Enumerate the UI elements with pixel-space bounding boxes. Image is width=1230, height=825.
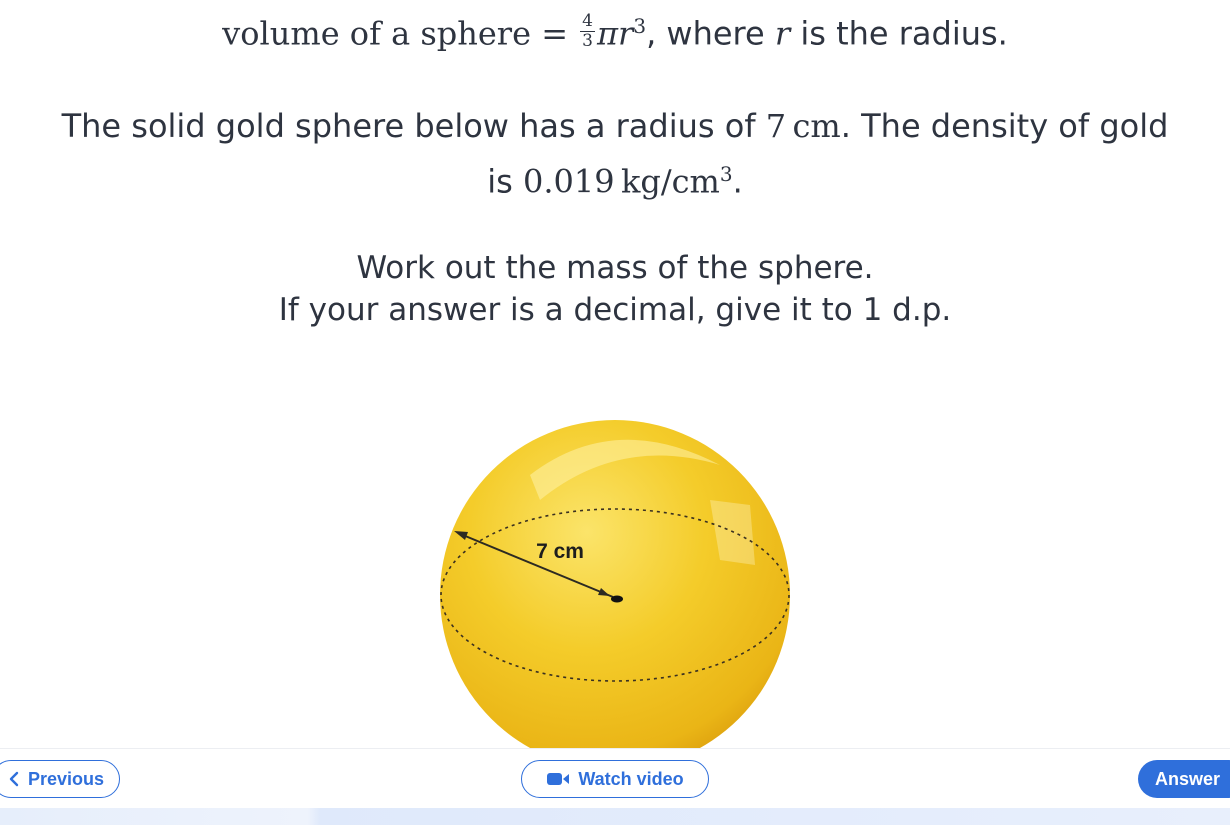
task-line-1: Work out the mass of the sphere. xyxy=(356,250,874,286)
watch-video-label: Watch video xyxy=(578,768,684,789)
formula-fraction: 4 3 xyxy=(580,13,595,50)
formula-lhs: volume of a sphere xyxy=(222,14,532,53)
video-camera-icon xyxy=(547,773,570,785)
sphere-figure: 7 cm xyxy=(440,420,790,748)
task-line-2: If your answer is a decimal, give it to … xyxy=(278,292,952,328)
chevron-left-icon xyxy=(9,771,19,787)
given-text: The solid gold sphere below has a radius… xyxy=(0,102,1230,206)
given-line2-prefix: is xyxy=(487,162,523,201)
gold-sphere xyxy=(440,420,790,748)
formula-exponent: 3 xyxy=(633,14,647,38)
density-exponent: 3 xyxy=(719,162,733,186)
answer-button[interactable]: Answer xyxy=(1138,760,1230,798)
given-line-2: is 0.019 kg/cm3. xyxy=(0,150,1230,206)
previous-label: Previous xyxy=(27,768,105,789)
answer-label: Answer xyxy=(1155,768,1221,789)
density-unit: kg/cm xyxy=(620,162,720,201)
formula-pi: π xyxy=(597,14,619,53)
fraction-numerator: 4 xyxy=(580,11,595,33)
formula-r: r xyxy=(618,14,634,53)
density-value: 0.019 xyxy=(522,162,615,201)
given-line2-suffix: . xyxy=(732,162,743,201)
formula-r-var: r xyxy=(774,14,791,53)
radius-unit: cm xyxy=(792,107,841,145)
task-text: Work out the mass of the sphere. If your… xyxy=(0,247,1230,331)
given-line-1: The solid gold sphere below has a radius… xyxy=(0,102,1230,150)
formula-rest: , where xyxy=(646,14,775,53)
formula-tail: is the radius. xyxy=(790,14,1008,53)
bottom-band xyxy=(0,808,1230,825)
radius-value: 7 xyxy=(765,107,787,145)
sphere-centre-dot xyxy=(611,595,623,603)
given-line1-prefix: The solid gold sphere below has a radius… xyxy=(61,107,766,145)
fraction-denominator: 3 xyxy=(582,31,593,52)
previous-button[interactable]: Previous xyxy=(0,760,120,798)
formula-line: volume of a sphere = 4 3 πr3, where r is… xyxy=(0,0,1230,60)
footer-divider xyxy=(0,748,1230,749)
radius-label: 7 cm xyxy=(536,540,584,563)
formula-equals: = xyxy=(541,14,568,53)
given-line1-suffix: . The density of gold xyxy=(840,107,1169,145)
watch-video-button[interactable]: Watch video xyxy=(521,760,709,798)
